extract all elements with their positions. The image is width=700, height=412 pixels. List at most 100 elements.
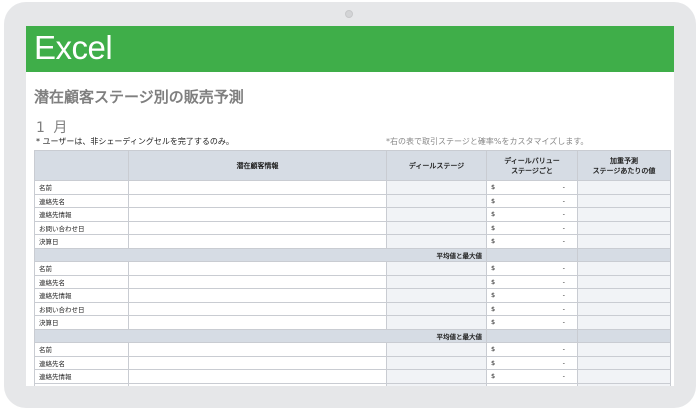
prospect-info-cell[interactable] — [128, 369, 387, 384]
app-banner: Excel — [26, 26, 674, 72]
deal-value-cell[interactable]: $- — [486, 369, 578, 384]
deal-stage-cell[interactable] — [386, 207, 487, 222]
header-deal-value[interactable]: ディールバリュー ステージごと — [486, 150, 578, 181]
deal-value-cell[interactable]: $- — [486, 355, 578, 370]
subtotal-label: 平均値と最大値 — [34, 328, 487, 343]
deal-stage-cell[interactable] — [386, 193, 487, 208]
table-row: 連絡先情報 $ - — [34, 207, 671, 222]
deal-value: - — [562, 223, 565, 232]
deal-value-cell[interactable]: $- — [486, 382, 578, 386]
row-label-cell: 連絡先名 — [34, 355, 129, 370]
currency-symbol: $ — [491, 291, 496, 300]
deal-stage-cell[interactable] — [386, 261, 487, 276]
deal-stage-cell[interactable] — [386, 220, 487, 235]
subtotal-deal-value-cell — [486, 247, 578, 262]
deal-stage-cell[interactable] — [386, 355, 487, 370]
deal-value: - — [562, 196, 565, 205]
deal-stage-cell[interactable] — [386, 274, 487, 289]
spreadsheet-screen: Excel 潜在顧客ステージ別の販売予測 1 月 * ユーザーは、非シェーディン… — [26, 26, 674, 386]
subtotal-row: 平均値と最大値 — [34, 247, 671, 262]
prospect-info-cell[interactable] — [128, 355, 387, 370]
deal-value-cell[interactable]: $- — [486, 342, 578, 357]
prospect-info-cell[interactable] — [128, 288, 387, 303]
prospect-info-cell[interactable] — [128, 382, 387, 386]
table-row: お問い合わせ日$- — [34, 220, 671, 235]
prospect-info-cell[interactable] — [128, 301, 387, 316]
header-prospect-info[interactable]: 潜在顧客情報 — [128, 150, 387, 181]
deal-stage-cell[interactable] — [386, 382, 487, 386]
header-corner-cell — [34, 150, 129, 181]
currency-symbol: $ — [491, 264, 496, 273]
deal-stage-cell[interactable] — [386, 369, 487, 384]
deal-stage-cell[interactable] — [386, 180, 487, 195]
deal-value-cell[interactable]: $- — [486, 315, 578, 330]
row-label-cell: 決算日 — [34, 234, 129, 249]
row-label-cell: お問い合わせ日 — [34, 382, 129, 386]
app-title: Excel — [34, 29, 113, 66]
table-row: 名前 $ - — [34, 261, 671, 276]
prospect-info-cell[interactable] — [128, 193, 387, 208]
currency-symbol: $ — [491, 304, 496, 313]
table-row: 連絡先名 $ - — [34, 355, 671, 370]
subtotal-label: 平均値と最大値 — [34, 247, 487, 262]
device-frame: Excel 潜在顧客ステージ別の販売予測 1 月 * ユーザーは、非シェーディン… — [0, 0, 700, 412]
prospect-info-cell[interactable] — [128, 315, 387, 330]
deal-value-cell[interactable]: $- — [486, 193, 578, 208]
subtotal-weighted-cell — [577, 328, 671, 343]
currency-symbol: $ — [491, 372, 496, 381]
header-weighted-forecast[interactable]: 加重予測 ステージあたりの値 — [577, 150, 671, 181]
sheet-title: 潜在顧客ステージ別の販売予測 — [34, 88, 244, 106]
deal-stage-cell[interactable] — [386, 288, 487, 303]
currency-symbol: $ — [491, 358, 496, 367]
weighted-forecast-cell — [577, 342, 671, 357]
row-label-cell: 名前 — [34, 261, 129, 276]
deal-value-cell[interactable]: $- — [486, 180, 578, 195]
prospect-info-cell[interactable] — [128, 180, 387, 195]
subtotal-weighted-cell — [577, 247, 671, 262]
weighted-forecast-cell — [577, 220, 671, 235]
prospect-info-cell[interactable] — [128, 261, 387, 276]
table-row: 連絡先情報 $ - — [34, 369, 671, 384]
deal-value-cell[interactable]: $- — [486, 220, 578, 235]
row-label-cell: 連絡先名 — [34, 193, 129, 208]
header-deal-stage[interactable]: ディールステージ — [386, 150, 487, 181]
table-row: お問い合わせ日 $- — [34, 382, 671, 386]
deal-value: - — [562, 358, 565, 367]
deal-stage-cell[interactable] — [386, 315, 487, 330]
deal-value: - — [562, 237, 565, 246]
weighted-forecast-cell — [577, 261, 671, 276]
deal-stage-cell[interactable] — [386, 301, 487, 316]
weighted-forecast-cell — [577, 301, 671, 316]
deal-value-cell[interactable]: $- — [486, 288, 578, 303]
prospect-info-cell[interactable] — [128, 342, 387, 357]
table-row: 連絡先情報 $ - — [34, 288, 671, 303]
row-label-cell: 連絡先情報 — [34, 207, 129, 222]
currency-symbol: $ — [491, 183, 496, 192]
table-row: 連絡先名 $ - — [34, 193, 671, 208]
row-label-cell: お問い合わせ日 — [34, 220, 129, 235]
weighted-forecast-cell — [577, 355, 671, 370]
deal-stage-cell[interactable] — [386, 342, 487, 357]
prospect-info-cell[interactable] — [128, 220, 387, 235]
currency-symbol: $ — [491, 345, 496, 354]
deal-value: - — [562, 210, 565, 219]
prospect-info-cell[interactable] — [128, 207, 387, 222]
deal-value: - — [562, 291, 565, 300]
prospect-info-cell[interactable] — [128, 274, 387, 289]
deal-value: - — [562, 183, 565, 192]
deal-stage-cell[interactable] — [386, 234, 487, 249]
deal-value-cell[interactable]: $- — [486, 274, 578, 289]
deal-value-cell[interactable]: $- — [486, 207, 578, 222]
deal-value-cell[interactable]: $- — [486, 234, 578, 249]
deal-value-cell[interactable]: $- — [486, 301, 578, 316]
row-label-cell: 連絡先情報 — [34, 288, 129, 303]
table-row: 名前 $ - — [34, 180, 671, 195]
weighted-forecast-cell — [577, 207, 671, 222]
currency-symbol: $ — [491, 223, 496, 232]
deal-value-cell[interactable]: $- — [486, 261, 578, 276]
currency-symbol: $ — [491, 196, 496, 205]
weighted-forecast-cell — [577, 288, 671, 303]
row-label-cell: 決算日 — [34, 315, 129, 330]
prospect-info-cell[interactable] — [128, 234, 387, 249]
deal-value: - — [562, 304, 565, 313]
